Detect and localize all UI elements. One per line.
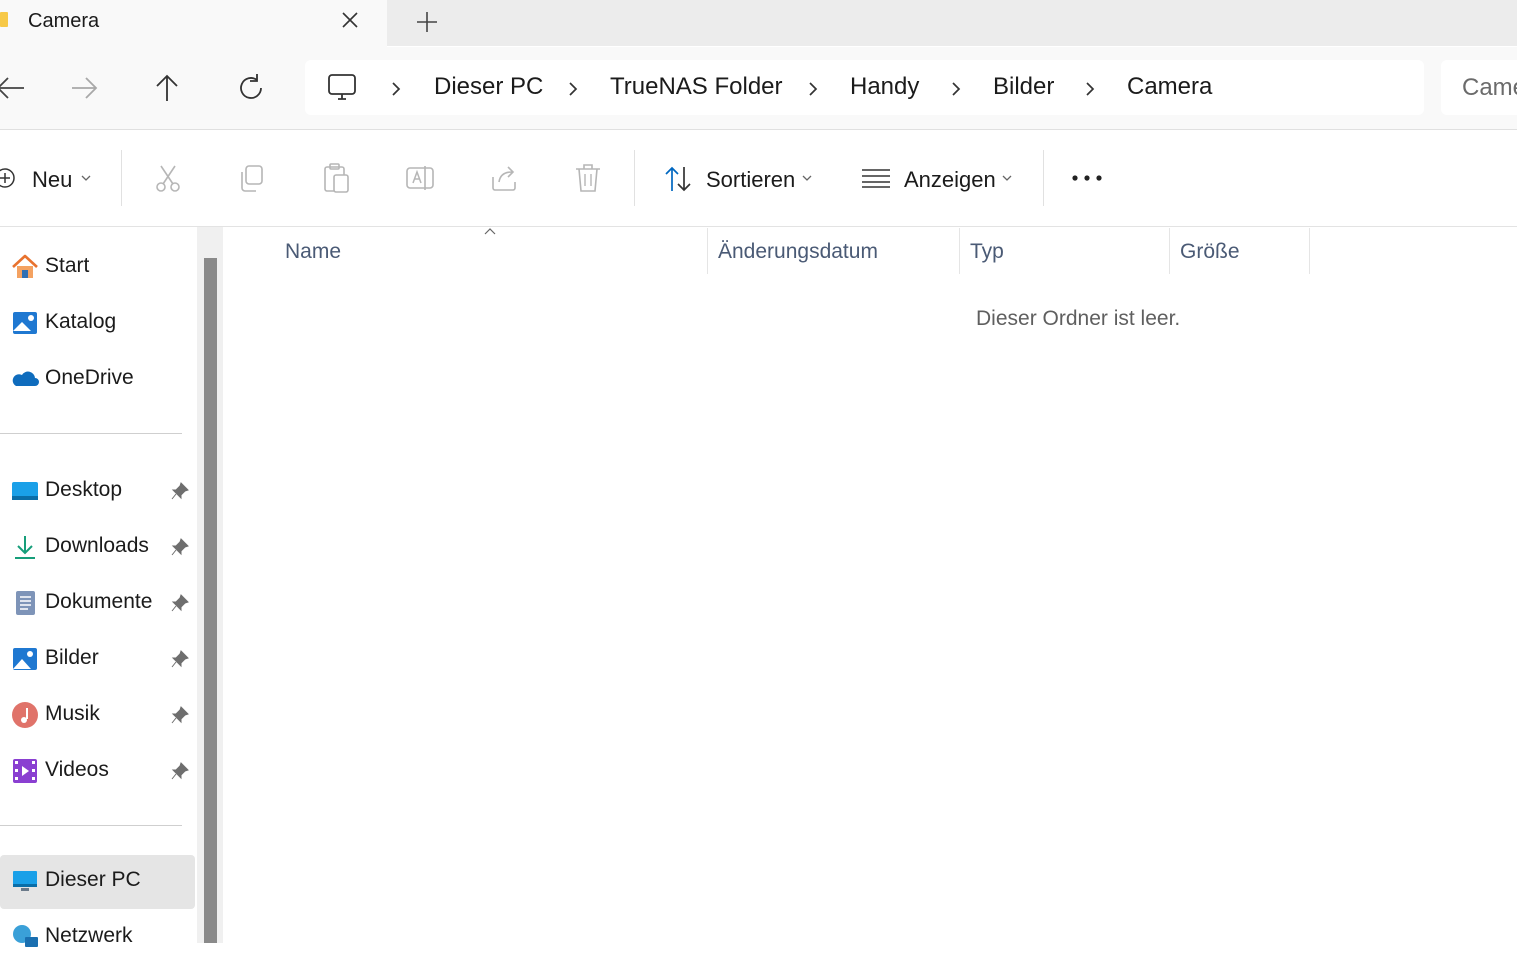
up-arrow-icon[interactable] [147,68,187,108]
pin-icon[interactable] [170,761,190,781]
chevron-down-icon[interactable] [1001,173,1013,183]
pin-icon[interactable] [170,537,190,557]
sidebar-item-bilder[interactable]: Bilder [0,633,195,685]
toolbar-separator [1043,150,1044,206]
onedrive-icon [12,371,39,386]
column-divider[interactable] [1169,228,1170,274]
sidebar-item-dokumente[interactable]: Dokumente [0,577,195,629]
paste-icon[interactable] [320,160,352,196]
this-pc-icon [13,871,37,891]
music-icon [12,702,38,728]
download-icon [15,536,35,559]
tab-camera[interactable]: Camera [0,0,387,47]
sidebar-item-label: Start [45,254,90,277]
refresh-icon[interactable] [231,68,271,108]
sidebar-item-label: Bilder [45,646,99,669]
sidebar-item-label: Musik [45,702,100,725]
sidebar-item-downloads[interactable]: Downloads [0,521,195,573]
sidebar-item-start[interactable]: Start [0,241,195,293]
back-arrow-icon[interactable] [0,68,32,108]
sort-button[interactable]: Sortieren [706,167,795,193]
delete-icon[interactable] [572,160,604,196]
pin-icon[interactable] [170,481,190,501]
chevron-right-icon[interactable] [947,78,965,100]
folder-icon [0,12,8,27]
sidebar-item-label: Katalog [45,310,117,333]
breadcrumb-item[interactable]: Handy [850,73,919,101]
sort-icon[interactable] [662,164,694,194]
column-divider[interactable] [707,228,708,274]
column-header-date[interactable]: Änderungsdatum [718,240,878,264]
chevron-down-icon[interactable] [80,173,92,183]
pictures-icon [13,648,37,670]
this-pc-icon[interactable] [326,73,358,103]
pin-icon[interactable] [170,705,190,725]
sidebar-divider [0,433,182,434]
sidebar-item-dieser-pc[interactable]: Dieser PC [0,855,195,909]
breadcrumb-item[interactable]: Camera [1127,73,1212,101]
chevron-right-icon[interactable] [804,78,822,100]
copy-icon[interactable] [236,160,268,196]
scrollbar-thumb[interactable] [204,258,217,943]
column-header-size[interactable]: Größe [1180,240,1240,264]
sidebar-item-desktop[interactable]: Desktop [0,465,195,517]
close-icon[interactable] [338,8,362,32]
search-box[interactable] [1441,60,1517,115]
desktop-icon [12,482,38,500]
pin-icon[interactable] [170,649,190,669]
sidebar-item-label: Netzwerk [45,924,133,947]
share-icon[interactable] [488,160,520,196]
home-icon [12,254,38,278]
new-button[interactable]: Neu [32,167,72,193]
column-divider[interactable] [959,228,960,274]
sidebar-divider [0,825,182,826]
sidebar-item-netzwerk[interactable]: Netzwerk [0,911,195,963]
videos-icon [13,759,37,783]
sidebar-item-label: Downloads [45,534,149,557]
cut-icon[interactable] [152,160,184,196]
rename-icon[interactable] [404,160,436,196]
forward-arrow-icon[interactable] [64,68,104,108]
network-icon [13,925,38,947]
sidebar-item-label: Desktop [45,478,123,501]
file-list [230,227,1517,943]
new-tab-icon[interactable] [414,9,440,35]
documents-icon [16,591,35,615]
column-divider[interactable] [1309,228,1310,274]
sidebar-item-label: Dieser PC [45,868,141,891]
sidebar-item-label: Videos [45,758,109,781]
column-header-name[interactable]: Name [285,240,341,264]
sidebar-item-katalog[interactable]: Katalog [0,297,195,349]
search-input[interactable] [1460,73,1517,103]
empty-folder-message: Dieser Ordner ist leer. [976,307,1181,330]
gallery-icon [13,312,37,334]
sidebar-item-musik[interactable]: Musik [0,689,195,741]
toolbar-separator [121,150,122,206]
chevron-right-icon[interactable] [1081,78,1099,100]
sort-ascending-icon [484,228,496,235]
chevron-right-icon[interactable] [564,78,582,100]
toolbar-separator [634,150,635,206]
more-options-icon[interactable] [1070,168,1104,188]
tab-title: Camera [28,10,100,32]
sidebar-item-label: OneDrive [45,366,134,389]
sidebar-item-onedrive[interactable]: OneDrive [0,353,195,405]
breadcrumb-item[interactable]: Dieser PC [434,73,543,101]
view-button[interactable]: Anzeigen [904,167,996,193]
sidebar-item-label: Dokumente [45,590,153,613]
sidebar-item-videos[interactable]: Videos [0,745,195,797]
view-list-icon[interactable] [861,166,891,190]
chevron-right-icon[interactable] [387,78,405,100]
add-circle-icon[interactable] [0,166,17,190]
column-header-type[interactable]: Typ [970,240,1004,264]
chevron-down-icon[interactable] [801,173,813,183]
breadcrumb-item[interactable]: TrueNAS Folder [610,73,783,101]
breadcrumb-item[interactable]: Bilder [993,73,1054,101]
pin-icon[interactable] [170,593,190,613]
